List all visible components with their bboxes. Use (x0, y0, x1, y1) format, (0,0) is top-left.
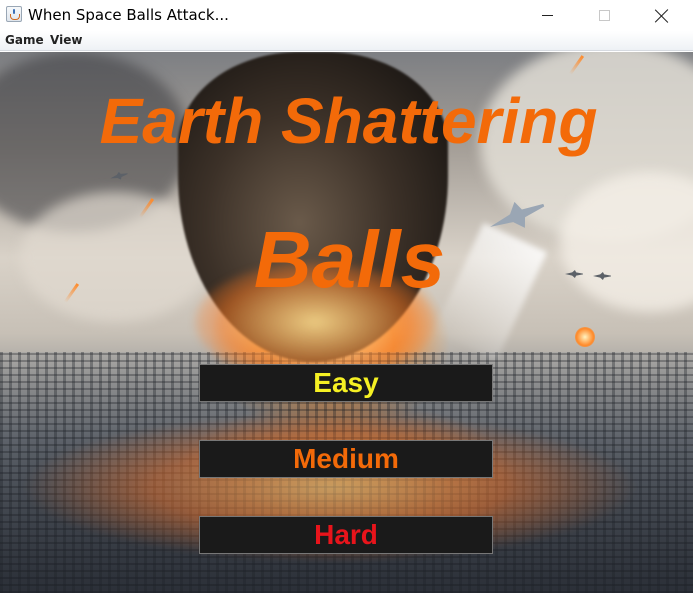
menu-bar: Game View (0, 31, 693, 51)
game-title-line1: Earth Shattering (99, 85, 598, 157)
menu-view[interactable]: View (50, 33, 82, 47)
minimize-button[interactable] (524, 0, 570, 31)
close-button[interactable] (639, 0, 685, 31)
game-title-line2: Balls (253, 215, 446, 304)
medium-button[interactable]: Medium (199, 440, 493, 478)
easy-button[interactable]: Easy (199, 364, 493, 402)
window-title: When Space Balls Attack... (28, 6, 229, 24)
java-cup-icon (6, 6, 22, 22)
maximize-icon (598, 10, 610, 21)
maximize-button[interactable] (581, 0, 627, 31)
window-title-bar: When Space Balls Attack... (0, 0, 693, 31)
fire-burst (575, 327, 595, 347)
game-canvas: Earth Shattering Balls Easy Medium Hard (0, 52, 693, 593)
close-icon (655, 9, 669, 23)
hard-button[interactable]: Hard (199, 516, 493, 554)
menu-game[interactable]: Game (5, 33, 44, 47)
minimize-icon (541, 15, 553, 16)
